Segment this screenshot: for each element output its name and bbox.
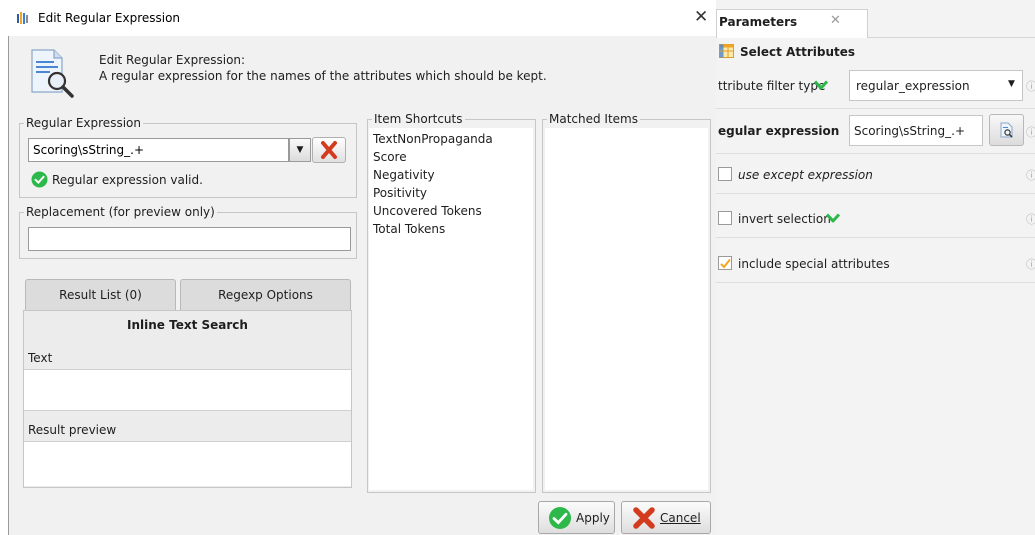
regex-history-dropdown[interactable]: ▼: [289, 138, 311, 162]
invert-selection-label: invert selection: [738, 212, 831, 226]
matched-items-list: [545, 128, 708, 490]
include-special-checkbox[interactable]: [718, 256, 732, 270]
regex-valid-message: Regular expression valid.: [52, 173, 203, 187]
close-icon[interactable]: ✕: [830, 13, 841, 28]
regex-param-label: egular expression: [718, 124, 840, 138]
dialog-title: Edit Regular Expression: [38, 11, 181, 25]
table-icon: [719, 44, 734, 58]
use-except-label: use except expression: [738, 168, 873, 182]
clear-regex-button[interactable]: [312, 137, 346, 163]
header-description: A regular expression for the names of th…: [99, 69, 547, 83]
apply-button[interactable]: Apply: [538, 501, 615, 534]
info-icon[interactable]: ⓘ: [1026, 78, 1035, 94]
replacement-input[interactable]: [28, 227, 351, 251]
green-chevron-icon[interactable]: [826, 213, 840, 223]
checkmark-icon: [720, 258, 731, 269]
filter-type-label: ttribute filter type: [718, 79, 826, 93]
check-circle-icon: [549, 507, 571, 529]
list-item[interactable]: Negativity: [373, 167, 435, 183]
info-icon[interactable]: ⓘ: [1026, 256, 1035, 272]
list-item[interactable]: Score: [373, 149, 407, 165]
chevron-down-icon: ▼: [296, 145, 304, 155]
app-logo-icon: [17, 12, 28, 24]
clear-x-icon: [321, 141, 337, 159]
filter-type-select[interactable]: regular_expression: [849, 70, 1023, 101]
cancel-button[interactable]: Cancel: [621, 501, 711, 534]
list-item[interactable]: Uncovered Tokens: [373, 203, 482, 219]
edit-regex-button[interactable]: [989, 114, 1024, 146]
use-except-checkbox[interactable]: [718, 167, 732, 181]
list-item[interactable]: Total Tokens: [373, 221, 445, 237]
info-icon[interactable]: ⓘ: [1026, 211, 1035, 227]
header-title: Edit Regular Expression:: [99, 53, 246, 67]
info-icon[interactable]: ⓘ: [1026, 124, 1035, 140]
invert-selection-checkbox[interactable]: [718, 211, 732, 225]
chevron-down-icon: ▼: [1008, 79, 1015, 89]
result-preview-area: [24, 441, 351, 486]
search-text-area[interactable]: [24, 369, 351, 411]
regex-input[interactable]: [28, 138, 289, 162]
list-item[interactable]: TextNonPropaganda: [373, 131, 493, 147]
green-chevron-icon[interactable]: [814, 80, 828, 90]
regex-group-label: Regular Expression: [26, 116, 141, 130]
include-special-label: include special attributes: [738, 257, 890, 271]
cancel-x-icon: [633, 507, 655, 529]
info-icon[interactable]: ⓘ: [1026, 167, 1035, 183]
parameters-tab-label: Parameters: [719, 15, 798, 29]
close-icon[interactable]: ✕: [694, 7, 708, 27]
document-search-icon: [1000, 122, 1013, 138]
item-shortcuts-label: Item Shortcuts: [374, 112, 463, 126]
tab-result-list[interactable]: Result List (0): [25, 279, 176, 310]
regex-param-input[interactable]: Scoring\sString_.+: [849, 115, 983, 146]
tab-regexp-options[interactable]: Regexp Options: [180, 279, 351, 310]
replacement-group-label: Replacement (for preview only): [26, 205, 215, 219]
document-search-icon: [31, 49, 74, 98]
result-preview-label: Result preview: [28, 423, 117, 437]
cancel-label: Cancel: [660, 511, 701, 525]
matched-items-label: Matched Items: [549, 112, 638, 126]
inline-search-heading: Inline Text Search: [127, 318, 248, 332]
check-circle-icon: [31, 171, 48, 188]
list-item[interactable]: Positivity: [373, 185, 427, 201]
section-title: Select Attributes: [740, 45, 856, 59]
text-label: Text: [28, 351, 53, 365]
apply-label: Apply: [576, 511, 610, 525]
